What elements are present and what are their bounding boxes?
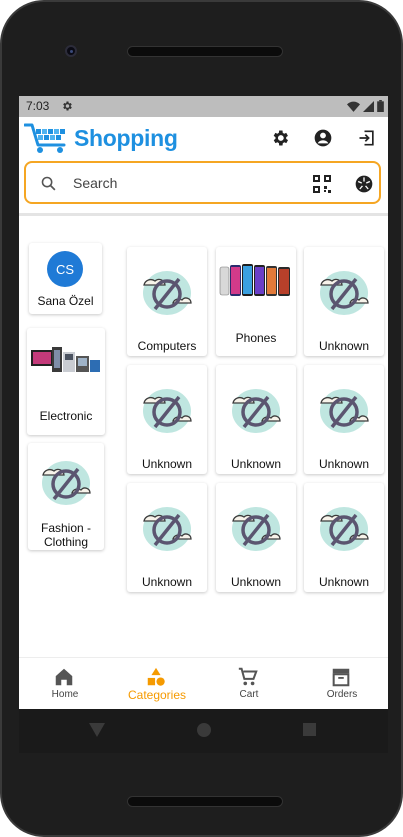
category-label: Phones xyxy=(235,331,277,345)
cart-icon xyxy=(238,667,258,686)
category-card-unknown[interactable]: Unknown xyxy=(127,483,207,592)
orders-icon xyxy=(332,668,350,687)
search-bar[interactable]: Search xyxy=(24,161,381,204)
nav-item-home[interactable]: Home xyxy=(19,658,111,709)
battery-icon xyxy=(377,100,384,112)
app-logo: Shopping xyxy=(24,122,178,154)
wifi-icon xyxy=(347,101,360,112)
category-card-unknown[interactable]: Unknown xyxy=(304,483,384,592)
system-navigation-bar xyxy=(19,709,388,753)
recents-button-icon[interactable] xyxy=(303,723,316,736)
nav-label: Categories xyxy=(127,688,187,702)
home-button-icon[interactable] xyxy=(197,723,211,737)
sidebar-item-electronic[interactable]: Electronic xyxy=(27,328,105,435)
category-label: Unknown xyxy=(230,575,282,589)
search-icon xyxy=(40,175,57,197)
phone-frame: 7:03 Shopping Search CS Sana Özel Electr… xyxy=(0,0,403,837)
electronics-image-icon xyxy=(31,347,100,372)
camera-lens-icon xyxy=(355,175,373,193)
category-card-computers[interactable]: Computers xyxy=(127,247,207,356)
placeholder-image-icon xyxy=(232,507,281,551)
placeholder-image-icon xyxy=(320,389,369,433)
earpiece-speaker xyxy=(127,46,283,57)
placeholder-image-icon xyxy=(320,271,369,315)
sidebar-item-fashion-clothing[interactable]: Fashion - Clothing xyxy=(28,443,104,550)
category-card-unknown[interactable]: Unknown xyxy=(216,483,296,592)
status-gear-icon xyxy=(61,100,73,115)
sidebar-item-label: Sana Özel xyxy=(37,294,94,308)
category-label: Unknown xyxy=(318,339,370,353)
category-label: Unknown xyxy=(141,575,193,589)
category-label: Unknown xyxy=(141,457,193,471)
placeholder-image-icon xyxy=(232,389,281,433)
avatar: CS xyxy=(47,251,83,287)
nav-label: Cart xyxy=(239,689,259,700)
signal-icon xyxy=(363,100,374,112)
category-label: Unknown xyxy=(230,457,282,471)
category-card-unknown[interactable]: Unknown xyxy=(216,365,296,474)
nav-item-cart[interactable]: Cart xyxy=(203,658,295,709)
nav-item-orders[interactable]: Orders xyxy=(296,658,388,709)
nav-label: Orders xyxy=(326,689,358,700)
back-button-icon[interactable] xyxy=(89,723,105,737)
category-card-unknown[interactable]: Unknown xyxy=(304,247,384,356)
category-label: Unknown xyxy=(318,575,370,589)
logout-button[interactable] xyxy=(357,128,377,153)
sidebar-item-label: Fashion - Clothing xyxy=(40,521,92,549)
categories-icon xyxy=(147,667,165,686)
home-icon xyxy=(55,668,73,686)
category-label: Computers xyxy=(137,339,197,353)
placeholder-image-icon xyxy=(143,389,192,433)
placeholder-image-icon xyxy=(42,461,91,505)
search-input[interactable]: Search xyxy=(73,175,117,191)
placeholder-image-icon xyxy=(143,271,192,315)
app-title: Shopping xyxy=(74,124,178,151)
settings-button[interactable] xyxy=(270,128,290,153)
logout-icon xyxy=(359,130,374,146)
account-icon xyxy=(314,129,332,147)
qr-code-icon xyxy=(313,175,331,193)
image-search-button[interactable] xyxy=(354,174,374,199)
nav-item-categories[interactable]: Categories xyxy=(111,658,203,709)
phones-image-icon xyxy=(219,264,290,296)
placeholder-image-icon xyxy=(143,507,192,551)
category-label: Unknown xyxy=(318,457,370,471)
settings-icon xyxy=(273,130,288,146)
status-bar: 7:03 xyxy=(19,96,388,117)
category-card-phones[interactable]: Phones xyxy=(216,247,296,356)
bottom-speaker xyxy=(127,796,283,807)
category-card-unknown[interactable]: Unknown xyxy=(127,365,207,474)
app-bar: Shopping xyxy=(19,117,388,159)
qr-scan-button[interactable] xyxy=(313,175,331,198)
nav-label: Home xyxy=(51,689,79,700)
sidebar-item-label: Electronic xyxy=(39,409,93,423)
system-icons xyxy=(347,100,384,112)
sidebar-item-sana-ozel[interactable]: CS Sana Özel xyxy=(29,243,102,314)
placeholder-image-icon xyxy=(320,507,369,551)
status-time: 7:03 xyxy=(26,99,50,113)
app-screen: 7:03 Shopping Search CS Sana Özel Electr… xyxy=(19,96,388,709)
category-card-unknown[interactable]: Unknown xyxy=(304,365,384,474)
front-camera xyxy=(65,45,77,57)
account-button[interactable] xyxy=(313,128,333,153)
divider xyxy=(19,213,388,216)
bottom-navigation: Home Categories Cart Orders xyxy=(19,657,388,709)
shopping-cart-logo-icon xyxy=(24,123,66,153)
